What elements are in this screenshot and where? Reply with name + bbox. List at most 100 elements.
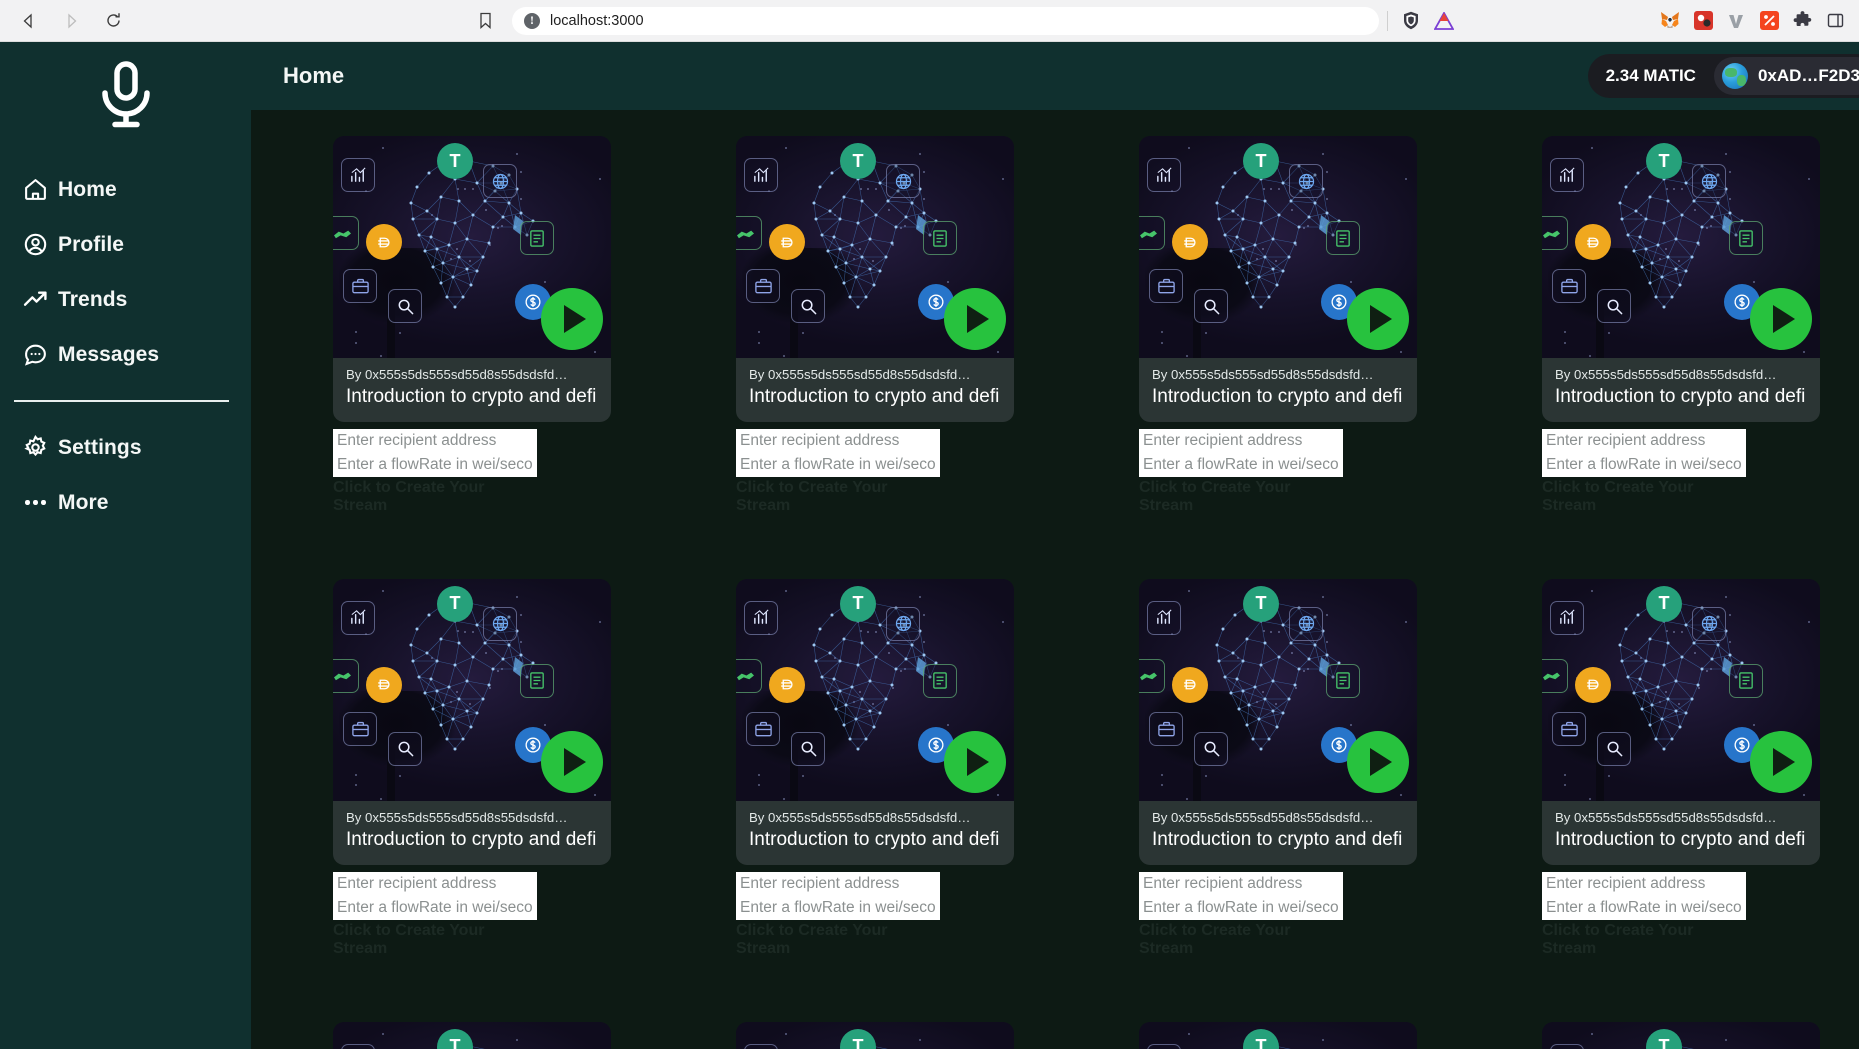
recipient-address-input[interactable] bbox=[736, 428, 940, 453]
video-thumbnail[interactable]: T bbox=[333, 578, 611, 801]
play-button-icon[interactable] bbox=[541, 288, 603, 350]
sidebar-item-trends[interactable]: Trends bbox=[0, 272, 251, 327]
tether-coin-icon: T bbox=[1243, 585, 1279, 622]
video-card[interactable]: T bbox=[1542, 136, 1820, 515]
stream-form: Click to Create Your Stream bbox=[333, 871, 537, 958]
flowrate-input[interactable] bbox=[736, 895, 940, 920]
recipient-address-input[interactable] bbox=[333, 428, 537, 453]
video-thumbnail[interactable]: T bbox=[1139, 1021, 1417, 1049]
sidebar-item-home[interactable]: Home bbox=[0, 162, 251, 217]
magnifier-icon bbox=[791, 289, 825, 323]
red-extension-icon[interactable] bbox=[1693, 11, 1713, 31]
video-thumbnail[interactable]: T bbox=[1139, 136, 1417, 358]
recipient-address-input[interactable] bbox=[736, 871, 940, 896]
video-thumbnail[interactable]: T bbox=[736, 1021, 1014, 1049]
stream-form: Click to Create Your Stream bbox=[333, 428, 537, 515]
microphone-logo-icon[interactable] bbox=[0, 60, 251, 132]
video-thumbnail[interactable]: T bbox=[1542, 1021, 1820, 1049]
create-stream-button[interactable]: Click to Create Your Stream bbox=[1542, 922, 1746, 958]
play-button-icon[interactable] bbox=[1750, 288, 1812, 350]
flowrate-input[interactable] bbox=[333, 452, 537, 477]
create-stream-button[interactable]: Click to Create Your Stream bbox=[1139, 922, 1343, 958]
create-stream-button[interactable]: Click to Create Your Stream bbox=[1542, 479, 1746, 515]
flowrate-input[interactable] bbox=[1542, 452, 1746, 477]
globe-icon bbox=[1692, 164, 1726, 198]
play-button-icon[interactable] bbox=[944, 730, 1006, 793]
video-meta: By 0x555s5ds555sd55d8s55dsdsfd… Introduc… bbox=[736, 800, 1014, 865]
create-stream-button[interactable]: Click to Create Your Stream bbox=[333, 922, 537, 958]
video-card[interactable]: T bbox=[1139, 136, 1417, 515]
brave-shield-icon[interactable] bbox=[1401, 11, 1421, 31]
play-button-icon[interactable] bbox=[541, 730, 603, 793]
video-card[interactable]: T bbox=[333, 1021, 611, 1049]
video-card[interactable]: T bbox=[1139, 578, 1417, 958]
recipient-address-input[interactable] bbox=[1542, 428, 1746, 453]
create-stream-button[interactable]: Click to Create Your Stream bbox=[333, 479, 537, 515]
create-stream-button[interactable]: Click to Create Your Stream bbox=[1139, 479, 1343, 515]
v-logo-icon[interactable] bbox=[1726, 11, 1746, 31]
video-thumbnail[interactable]: T bbox=[1542, 136, 1820, 358]
flowrate-input[interactable] bbox=[1139, 452, 1343, 477]
video-thumbnail[interactable]: T bbox=[333, 136, 611, 358]
flowrate-input[interactable] bbox=[1139, 895, 1343, 920]
recipient-address-input[interactable] bbox=[1542, 871, 1746, 896]
video-thumbnail[interactable]: T bbox=[736, 136, 1014, 358]
wallet-address-button[interactable]: 0xAD…F2D3 bbox=[1713, 57, 1859, 95]
bar-chart-icon bbox=[1550, 600, 1584, 635]
briefcase-icon bbox=[1552, 711, 1586, 746]
ellipsis-icon bbox=[22, 489, 49, 516]
not-secure-info-icon[interactable]: ! bbox=[524, 12, 540, 29]
video-author: By 0x555s5ds555sd55d8s55dsdsfd… bbox=[1555, 367, 1777, 382]
wallet-widget[interactable]: 2.34 MATIC 0xAD…F2D3 bbox=[1587, 54, 1859, 98]
recipient-address-input[interactable] bbox=[1139, 428, 1343, 453]
globe-icon bbox=[1289, 164, 1323, 198]
video-thumbnail[interactable]: T bbox=[1542, 578, 1820, 801]
recipient-address-input[interactable] bbox=[1139, 871, 1343, 896]
sidebar-item-profile[interactable]: Profile bbox=[0, 217, 251, 272]
video-card[interactable]: T bbox=[736, 136, 1014, 515]
orange-extension-icon[interactable] bbox=[1759, 11, 1779, 31]
bookmark-icon[interactable] bbox=[474, 10, 496, 32]
globe-icon bbox=[886, 164, 920, 198]
video-card[interactable]: T bbox=[333, 578, 611, 958]
bar-chart-icon bbox=[1550, 1043, 1584, 1049]
document-icon bbox=[520, 663, 554, 698]
flowrate-input[interactable] bbox=[1542, 895, 1746, 920]
reload-icon[interactable] bbox=[102, 10, 124, 32]
flowrate-input[interactable] bbox=[736, 452, 940, 477]
url-bar[interactable]: ! localhost:3000 bbox=[512, 6, 1379, 35]
sidebar-item-settings[interactable]: Settings bbox=[0, 420, 251, 475]
video-card[interactable]: T bbox=[736, 1021, 1014, 1049]
video-thumbnail[interactable]: T bbox=[736, 578, 1014, 801]
play-button-icon[interactable] bbox=[1347, 288, 1409, 350]
sidebar-item-messages[interactable]: Messages bbox=[0, 327, 251, 382]
create-stream-button[interactable]: Click to Create Your Stream bbox=[736, 922, 940, 958]
video-card[interactable]: T bbox=[1542, 578, 1820, 958]
puzzle-extensions-icon[interactable] bbox=[1792, 11, 1812, 31]
create-stream-button[interactable]: Click to Create Your Stream bbox=[736, 479, 940, 515]
video-title: Introduction to crypto and defi bbox=[346, 386, 597, 407]
dai-coin-icon bbox=[366, 666, 402, 703]
video-thumbnail[interactable]: T bbox=[1139, 578, 1417, 801]
video-thumbnail[interactable]: T bbox=[333, 1021, 611, 1049]
metamask-fox-icon[interactable] bbox=[1660, 11, 1680, 31]
play-button-icon[interactable] bbox=[1750, 730, 1812, 793]
page-title: Home bbox=[283, 63, 345, 88]
video-card[interactable]: T bbox=[1139, 1021, 1417, 1049]
video-card[interactable]: T bbox=[333, 136, 611, 515]
magnifier-icon bbox=[1597, 289, 1631, 323]
play-button-icon[interactable] bbox=[944, 288, 1006, 350]
sidebar-item-more[interactable]: More bbox=[0, 475, 251, 530]
video-meta: By 0x555s5ds555sd55d8s55dsdsfd… Introduc… bbox=[1542, 800, 1820, 865]
triangle-logo-icon[interactable] bbox=[1434, 11, 1454, 31]
tether-coin-icon: T bbox=[1646, 585, 1682, 622]
back-arrow-icon[interactable] bbox=[18, 10, 40, 32]
video-card[interactable]: T bbox=[736, 578, 1014, 958]
dai-coin-icon bbox=[769, 666, 805, 703]
play-button-icon[interactable] bbox=[1347, 730, 1409, 793]
recipient-address-input[interactable] bbox=[333, 871, 537, 896]
flowrate-input[interactable] bbox=[333, 895, 537, 920]
document-icon bbox=[1729, 221, 1763, 255]
sidebar-toggle-icon[interactable] bbox=[1825, 11, 1845, 31]
video-card[interactable]: T bbox=[1542, 1021, 1820, 1049]
